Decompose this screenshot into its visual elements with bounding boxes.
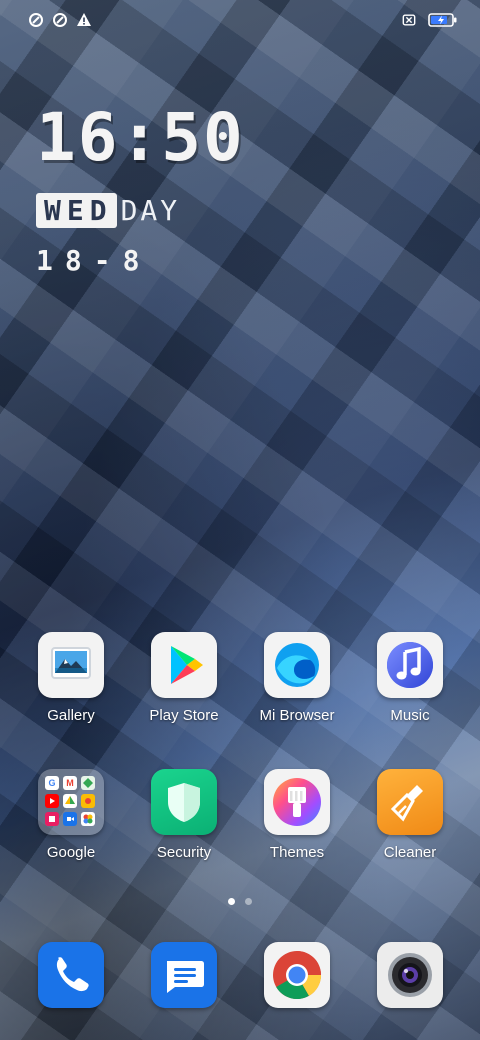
security-shield-icon <box>151 769 217 835</box>
themes-brush-icon <box>264 769 330 835</box>
dock-messages[interactable] <box>134 942 234 1008</box>
app-cleaner[interactable]: Cleaner <box>360 769 460 861</box>
weekday-row: WED DAY <box>36 190 336 230</box>
page-indicator[interactable] <box>0 898 480 905</box>
google-folder-icon: G M <box>38 769 104 835</box>
app-label: Play Store <box>149 707 219 724</box>
folder-grid: G M <box>45 776 97 828</box>
data-saver-icon <box>29 13 43 27</box>
app-mi-browser[interactable]: Mi Browser <box>247 632 347 724</box>
page-dot[interactable] <box>245 898 252 905</box>
app-label: Gallery <box>47 707 95 724</box>
app-security[interactable]: Security <box>134 769 234 861</box>
app-label: Music <box>390 707 430 724</box>
app-play-store[interactable]: Play Store <box>134 632 234 724</box>
app-label: Security <box>156 844 212 861</box>
date-label: 18-8 <box>36 244 152 277</box>
phone-icon <box>38 942 104 1008</box>
dock-phone[interactable] <box>21 942 121 1008</box>
app-label: Mi Browser <box>259 707 335 724</box>
page-dot-active[interactable] <box>228 898 235 905</box>
cleaner-brush-icon <box>377 769 443 835</box>
data-saver-icon <box>53 13 67 27</box>
app-label: Google <box>46 844 96 861</box>
app-music[interactable]: Music <box>360 632 460 724</box>
camera-icon <box>377 942 443 1008</box>
battery-charging-icon <box>428 13 457 27</box>
chrome-icon <box>264 942 330 1008</box>
messages-icon <box>151 942 217 1008</box>
warning-icon <box>77 13 91 26</box>
play-store-icon <box>151 632 217 698</box>
status-left-icons <box>28 12 92 28</box>
clock-time: 16:50 <box>36 99 245 176</box>
app-themes[interactable]: Themes <box>247 769 347 861</box>
weekday-box: WED <box>36 192 117 228</box>
gallery-icon <box>38 632 104 698</box>
mi-browser-icon <box>264 632 330 698</box>
status-right-icons <box>402 12 458 28</box>
app-google-folder[interactable]: G M Google <box>21 769 121 861</box>
app-gallery[interactable]: Gallery <box>21 632 121 724</box>
app-label: Themes <box>269 844 325 861</box>
status-bar <box>0 10 480 34</box>
weekday-suffix: DAY <box>120 193 181 227</box>
dock-chrome[interactable] <box>247 942 347 1008</box>
music-icon <box>377 632 443 698</box>
app-label: Cleaner <box>383 844 437 861</box>
no-sim-icon <box>402 14 416 26</box>
clock-widget[interactable]: 16:50 WED DAY 18-8 <box>36 100 336 277</box>
dock-camera[interactable] <box>360 942 460 1008</box>
